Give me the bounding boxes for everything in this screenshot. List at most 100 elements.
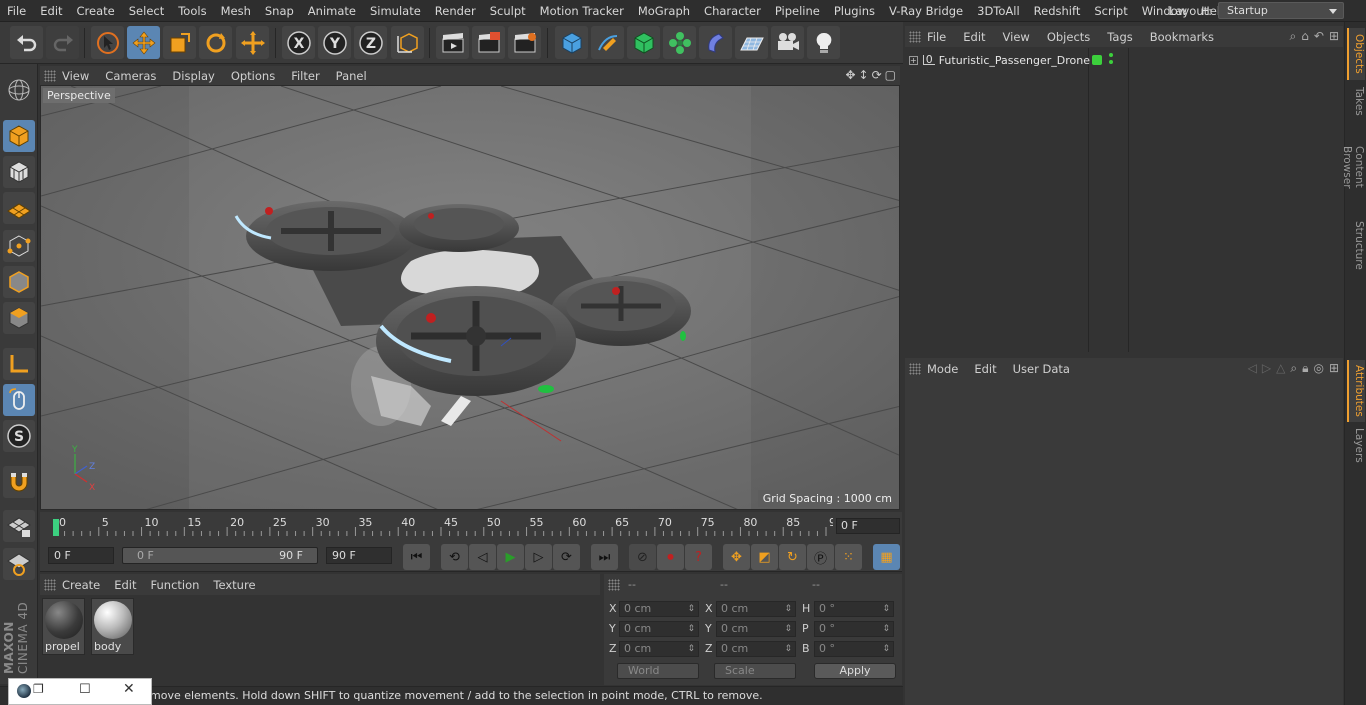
position-key-button[interactable]: ✥ [723, 544, 750, 570]
am-menu-user-data[interactable]: User Data [1013, 362, 1070, 376]
rotation-h-field[interactable]: 0 ° [814, 601, 894, 617]
texture-mode-button[interactable] [3, 156, 35, 188]
previous-keyframe-button[interactable]: ⟲ [441, 544, 468, 570]
search-icon[interactable]: ⌕ [1290, 361, 1297, 376]
tab-structure[interactable]: Structure [1347, 217, 1365, 273]
position-x-field[interactable]: 0 cm [619, 601, 699, 617]
am-menu-mode[interactable]: Mode [927, 362, 958, 376]
add-cube-button[interactable] [555, 26, 588, 59]
subdivision-surface-button[interactable] [627, 26, 660, 59]
redo-button[interactable] [46, 26, 79, 59]
close-icon[interactable]: ✕ [123, 681, 135, 697]
scale-tool-button[interactable] [163, 26, 196, 59]
back-icon[interactable]: ↶ [1314, 29, 1324, 44]
tab-attributes[interactable]: Attributes [1347, 360, 1365, 422]
tab-layers[interactable]: Layers [1347, 424, 1365, 466]
new-window-icon[interactable]: ⊞ [1329, 361, 1339, 376]
om-menu-bookmarks[interactable]: Bookmarks [1150, 30, 1214, 44]
render-view-button[interactable] [436, 26, 469, 59]
object-manager-grip[interactable] [909, 30, 921, 43]
parameter-key-button[interactable]: Ⓟ [807, 544, 834, 570]
menu-plugins[interactable]: Plugins [827, 4, 882, 18]
viewport-menu-display[interactable]: Display [172, 69, 214, 83]
camera-button[interactable] [771, 26, 804, 59]
home-icon[interactable]: ⌂ [1301, 29, 1309, 44]
points-mode-button[interactable] [3, 230, 35, 262]
size-x-field[interactable]: 0 cm [716, 601, 796, 617]
viewport-menu-filter[interactable]: Filter [291, 69, 319, 83]
tweak-mode-button[interactable] [3, 384, 35, 416]
rotation-key-button[interactable]: ↻ [779, 544, 806, 570]
maximize-viewport-icon[interactable]: ▢ [885, 68, 896, 82]
snap-button[interactable] [3, 466, 35, 498]
rotate-tool-button[interactable] [199, 26, 232, 59]
menu-select[interactable]: Select [122, 4, 171, 18]
material-menu-function[interactable]: Function [151, 578, 200, 592]
menu-vray-bridge[interactable]: V-Ray Bridge [882, 4, 970, 18]
menu-file[interactable]: File [0, 4, 33, 18]
object-name[interactable]: Futuristic_Passenger_Drone [939, 54, 1090, 67]
size-z-field[interactable]: 0 cm [716, 641, 796, 657]
scale-key-button[interactable]: ◩ [751, 544, 778, 570]
render-to-picture-viewer-button[interactable] [472, 26, 505, 59]
material-menu-create[interactable]: Create [62, 578, 100, 592]
tab-objects[interactable]: Objects [1347, 28, 1365, 80]
menu-create[interactable]: Create [70, 4, 122, 18]
viewport-grip[interactable] [44, 69, 56, 82]
material-menu-edit[interactable]: Edit [114, 578, 136, 592]
viewport-menu-options[interactable]: Options [231, 69, 275, 83]
dolly-icon[interactable]: ↕ [859, 68, 869, 82]
next-frame-button[interactable]: ▷ [525, 544, 552, 570]
position-z-field[interactable]: 0 cm [619, 641, 699, 657]
maximize-icon[interactable]: ☐ [79, 682, 91, 697]
go-to-start-button[interactable]: ⏮ [403, 544, 430, 570]
viewport-menu-view[interactable]: View [62, 69, 89, 83]
transform-tool-button[interactable] [236, 26, 269, 59]
model-mode-button[interactable] [3, 120, 35, 152]
rotation-b-field[interactable]: 0 ° [814, 641, 894, 657]
menu-motion-tracker[interactable]: Motion Tracker [533, 4, 631, 18]
floor-button[interactable] [735, 26, 768, 59]
z-axis-lock-button[interactable]: Z [354, 26, 387, 59]
om-menu-tags[interactable]: Tags [1107, 30, 1132, 44]
workplane-mode-button[interactable] [3, 192, 35, 224]
menu-script[interactable]: Script [1087, 4, 1134, 18]
material-menu-texture[interactable]: Texture [213, 578, 255, 592]
edges-mode-button[interactable] [3, 266, 35, 298]
object-row-drone[interactable]: + 0 Futuristic_Passenger_Drone [905, 51, 1090, 69]
perspective-viewport[interactable]: Y Z X Perspective Grid Spacing : 1000 cm [40, 85, 900, 510]
tab-content-browser[interactable]: Content Browser [1341, 122, 1365, 212]
size-y-field[interactable]: 0 cm [716, 621, 796, 637]
y-axis-lock-button[interactable]: Y [318, 26, 351, 59]
coords-grip[interactable] [608, 578, 620, 591]
menu-redshift[interactable]: Redshift [1027, 4, 1088, 18]
om-menu-edit[interactable]: Edit [963, 30, 985, 44]
lock-icon[interactable]: 🔒︎ [1302, 361, 1308, 376]
material-body[interactable]: body [91, 598, 134, 655]
menu-render[interactable]: Render [428, 4, 483, 18]
search-icon[interactable]: ⌕ [1290, 29, 1297, 44]
move-tool-button[interactable] [127, 26, 160, 59]
viewport-menu-panel[interactable]: Panel [336, 69, 367, 83]
x-axis-lock-button[interactable]: X [282, 26, 315, 59]
forward-arrow-icon[interactable]: ▷ [1262, 361, 1271, 376]
coordinate-system-button[interactable] [391, 26, 424, 59]
menu-mograph[interactable]: MoGraph [631, 4, 697, 18]
record-active-objects-button[interactable]: ⊘ [629, 544, 656, 570]
make-editable-button[interactable] [3, 74, 35, 106]
point-level-key-button[interactable]: ⁙ [835, 544, 862, 570]
viewport-menu-cameras[interactable]: Cameras [105, 69, 156, 83]
menu-simulate[interactable]: Simulate [363, 4, 428, 18]
keyframe-selection-button[interactable]: ? [685, 544, 712, 570]
menu-snap[interactable]: Snap [258, 4, 301, 18]
apply-button[interactable]: Apply [814, 663, 896, 679]
frame-range-slider[interactable]: 0 F 90 F [122, 547, 318, 564]
material-grip[interactable] [44, 578, 56, 591]
om-menu-objects[interactable]: Objects [1047, 30, 1090, 44]
material-propel[interactable]: propel [42, 598, 85, 655]
menu-3dtoall[interactable]: 3DToAll [970, 4, 1027, 18]
current-frame-field[interactable]: 0 F [836, 518, 900, 534]
pen-spline-button[interactable] [591, 26, 624, 59]
workplane-lock-button[interactable] [3, 510, 35, 542]
position-y-field[interactable]: 0 cm [619, 621, 699, 637]
